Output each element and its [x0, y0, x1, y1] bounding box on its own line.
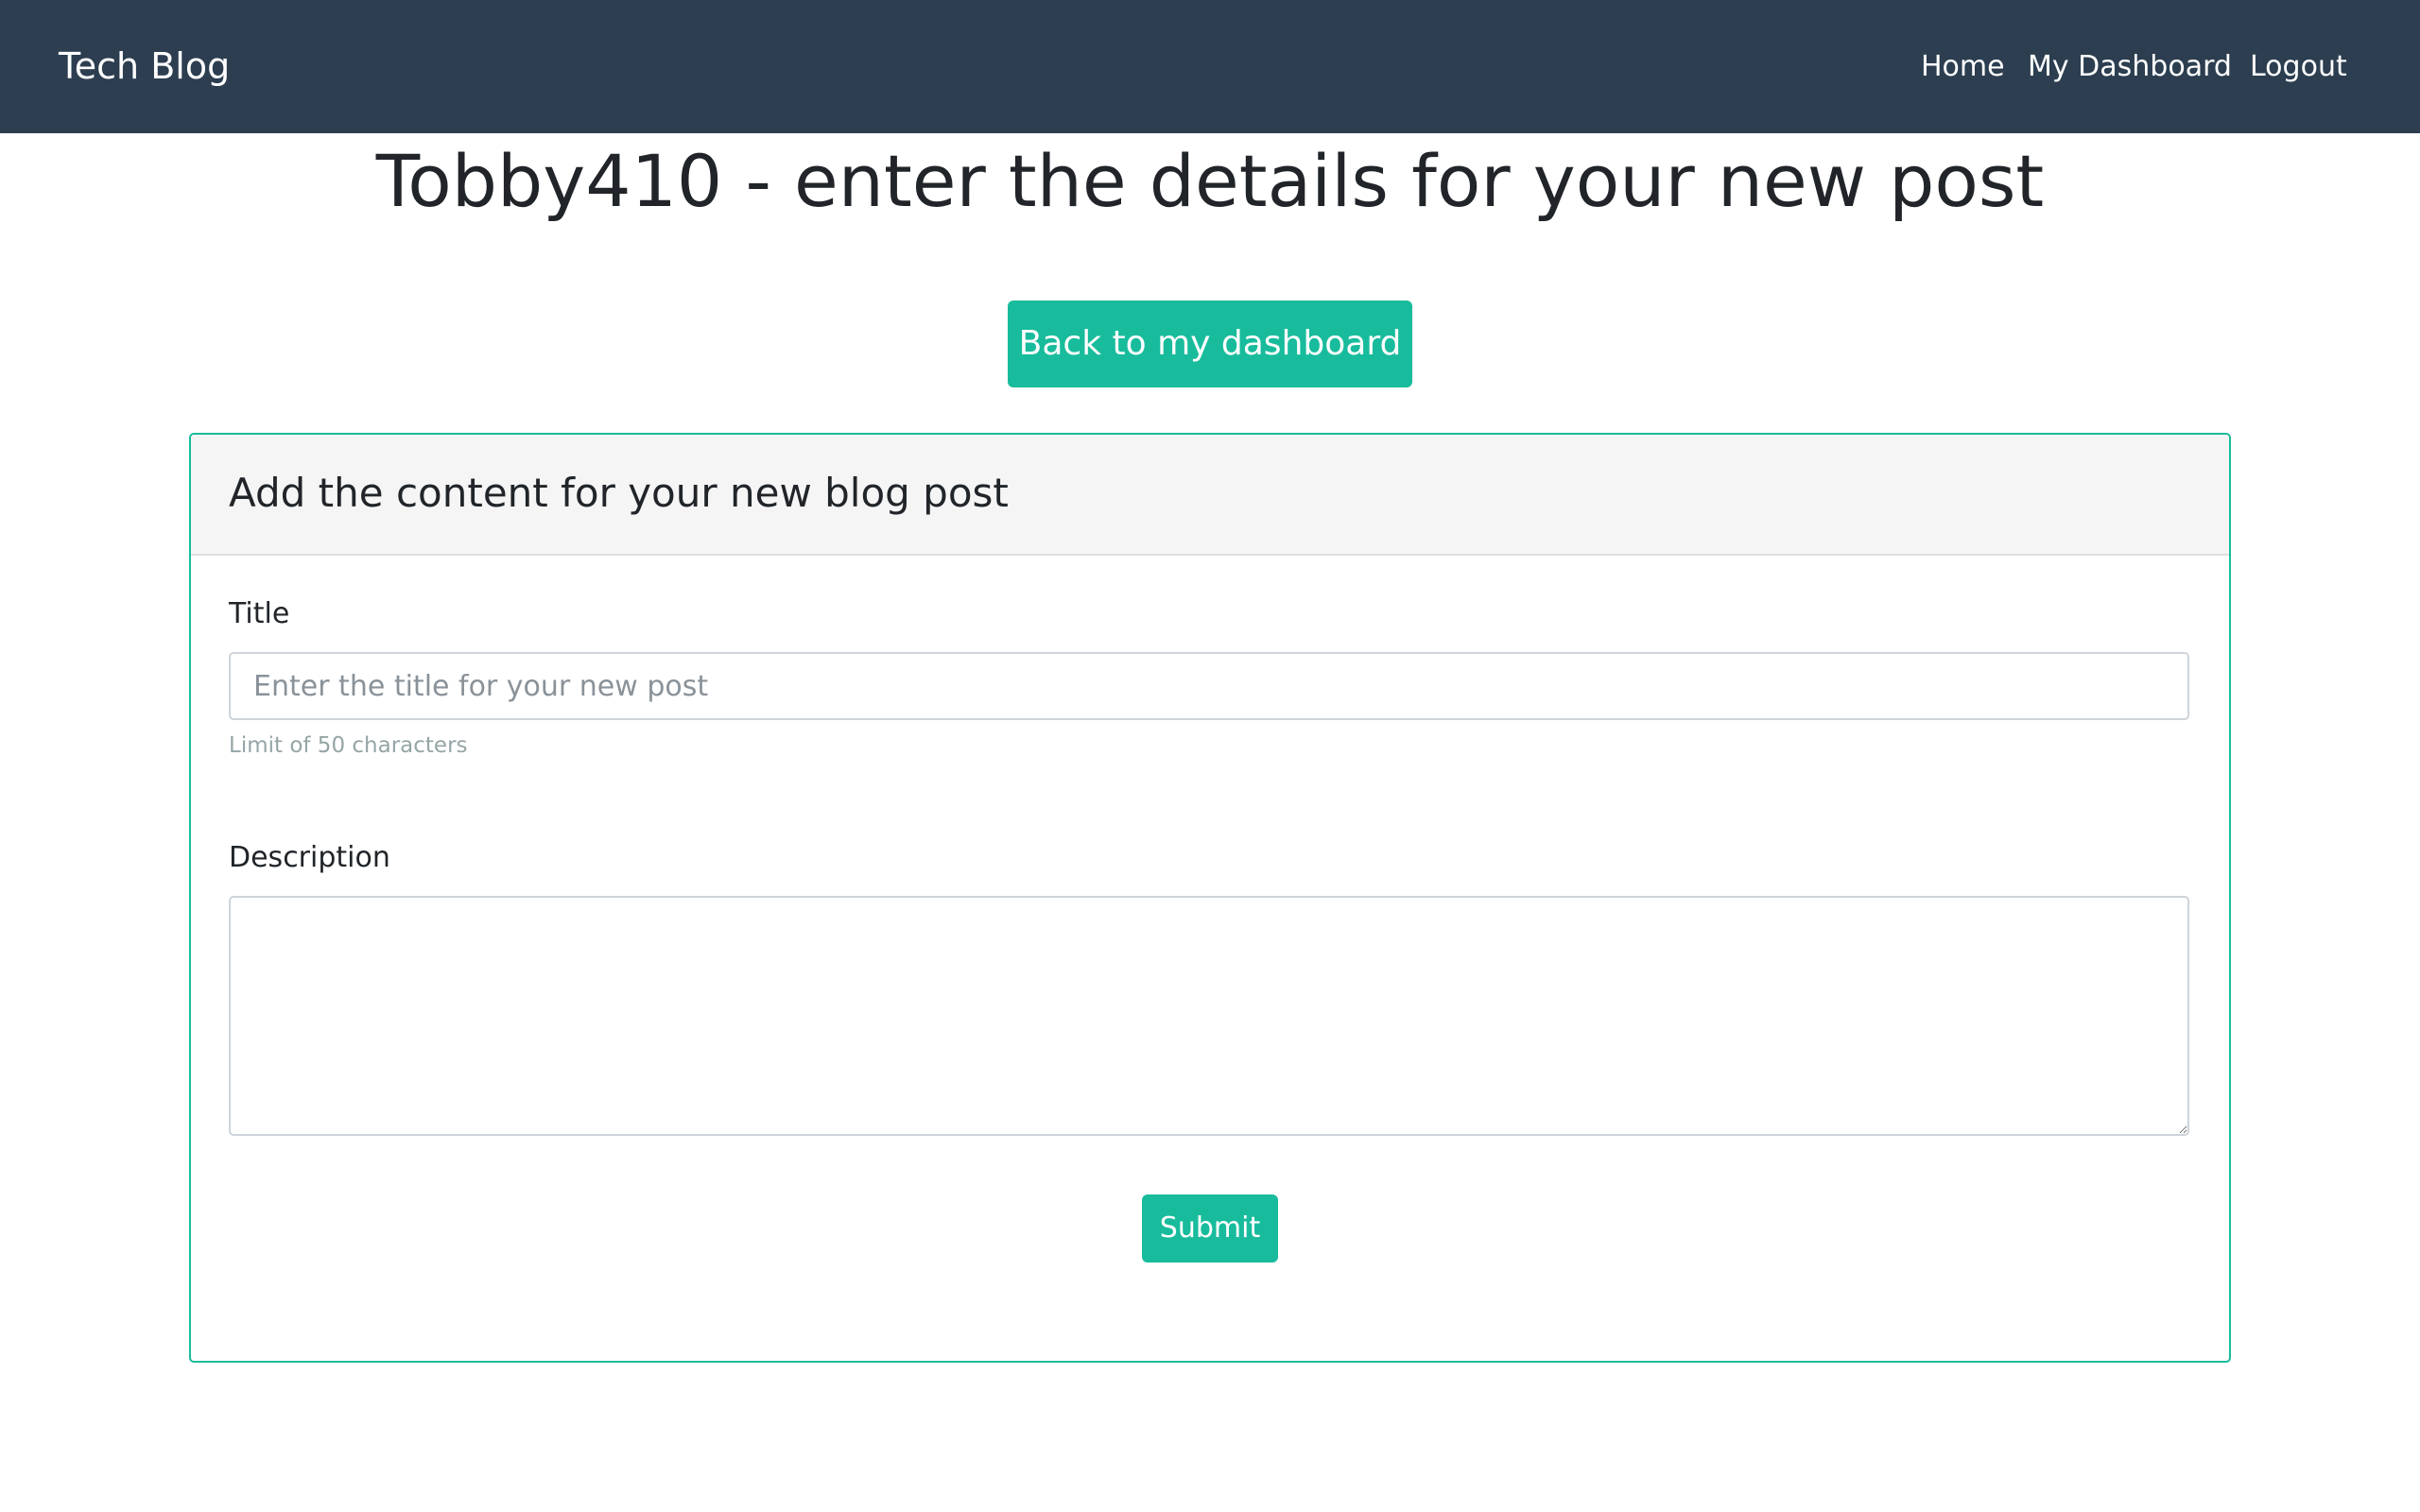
submit-button[interactable]: Submit	[1142, 1194, 1278, 1263]
back-to-dashboard-button[interactable]: Back to my dashboard	[1008, 301, 1412, 387]
card-header: Add the content for your new blog post	[191, 435, 2229, 556]
title-label: Title	[229, 597, 290, 630]
card-title: Add the content for your new blog post	[229, 470, 1009, 516]
page-title: Tobby410 - enter the details for your ne…	[375, 139, 2045, 223]
top-navbar: Tech Blog Home My Dashboard Logout	[0, 0, 2420, 133]
new-post-card: Add the content for your new blog post T…	[189, 433, 2231, 1363]
description-textarea[interactable]	[229, 896, 2189, 1136]
description-label: Description	[229, 841, 390, 874]
nav-home-link[interactable]: Home	[1921, 49, 2005, 85]
title-input[interactable]	[229, 652, 2189, 720]
title-help-text: Limit of 50 characters	[229, 733, 468, 758]
brand-link[interactable]: Tech Blog	[59, 42, 230, 91]
nav-dashboard-link[interactable]: My Dashboard	[2028, 49, 2232, 85]
nav-logout-link[interactable]: Logout	[2250, 49, 2347, 85]
